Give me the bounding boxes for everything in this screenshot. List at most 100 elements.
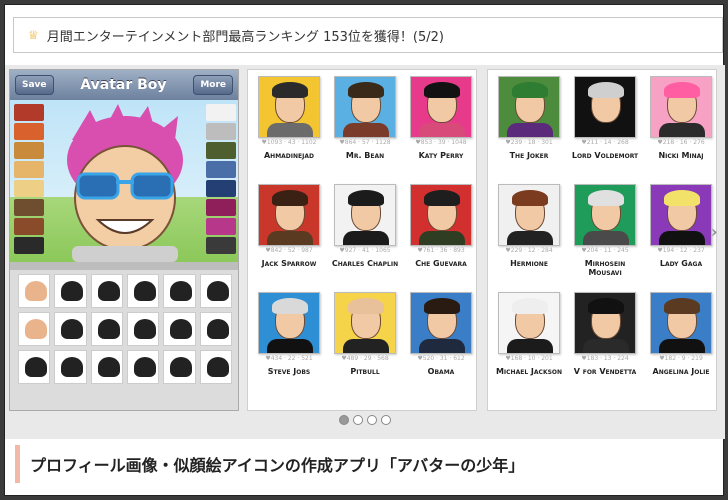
- hairstyle-option[interactable]: [54, 312, 87, 346]
- celebrity-card[interactable]: ♥842 · 52 · 987 Jack Sparrow: [254, 184, 324, 268]
- hairstyle-option[interactable]: [90, 274, 123, 308]
- app-caption: プロフィール画像・似顔絵アイコンの作成アプリ「アバターの少年」: [15, 445, 715, 483]
- avatar: [258, 184, 320, 246]
- celebrity-name: Michael Jackson: [495, 367, 563, 376]
- hairstyle-option[interactable]: [199, 312, 232, 346]
- celebrity-card[interactable]: ♥168 · 10 · 201 Michael Jackson: [494, 292, 564, 376]
- color-swatch[interactable]: [206, 218, 236, 235]
- color-swatch[interactable]: [206, 161, 236, 178]
- avatar: [334, 292, 396, 354]
- hairstyle-option[interactable]: [199, 274, 232, 308]
- like-stats: ♥194 · 12 · 237: [657, 247, 705, 254]
- color-swatch[interactable]: [14, 180, 44, 197]
- celebrity-card[interactable]: ♥218 · 16 · 276 Nicki Minaj: [646, 76, 716, 160]
- like-stats: ♥761 · 36 · 893: [417, 247, 465, 254]
- like-stats: ♥218 · 16 · 276: [657, 139, 705, 146]
- screenshot-gallery: Save Avatar Boy More ♥1093 · 43 · 1102 A…: [5, 65, 725, 439]
- pager-dot[interactable]: [353, 415, 363, 425]
- celebrity-card[interactable]: ♥182 · 9 · 219 Angelina Jolie: [646, 292, 716, 376]
- hairstyle-option[interactable]: [126, 350, 160, 384]
- avatar: [258, 76, 320, 138]
- color-swatch[interactable]: [206, 237, 236, 254]
- avatar: [258, 292, 320, 354]
- celebrity-card[interactable]: ♥489 · 29 · 568 Pitbull: [330, 292, 400, 376]
- color-swatch[interactable]: [14, 237, 44, 254]
- like-stats: ♥229 · 12 · 284: [505, 247, 553, 254]
- color-swatch[interactable]: [206, 199, 236, 216]
- celebrity-card[interactable]: ♥853 · 39 · 1048 Katy Perry: [406, 76, 476, 160]
- avatar: [650, 76, 712, 138]
- hairstyle-option[interactable]: [126, 312, 160, 346]
- pager-dot[interactable]: [381, 415, 391, 425]
- color-swatch[interactable]: [14, 123, 44, 140]
- hairstyle-option[interactable]: [18, 274, 51, 308]
- like-stats: ♥204 · 11 · 245: [581, 247, 629, 254]
- celebrity-name: Che Guevara: [415, 259, 467, 268]
- hairstyle-option[interactable]: [90, 350, 123, 384]
- celebrity-card[interactable]: ♥761 · 36 · 893 Che Guevara: [406, 184, 476, 268]
- phone-screenshot: Save Avatar Boy More: [9, 69, 239, 411]
- celebrity-card[interactable]: ♥864 · 57 · 1128 Mr. Bean: [330, 76, 400, 160]
- like-stats: ♥842 · 52 · 987: [265, 247, 313, 254]
- color-swatch[interactable]: [206, 123, 236, 140]
- color-swatch[interactable]: [14, 142, 44, 159]
- like-stats: ♥853 · 39 · 1048: [415, 139, 467, 146]
- celebrity-name: Hermione: [510, 259, 548, 268]
- like-stats: ♥183 · 13 · 224: [581, 355, 629, 362]
- hairstyle-option[interactable]: [18, 312, 51, 346]
- avatar: [334, 76, 396, 138]
- like-stats: ♥927 · 41 · 1065: [339, 247, 391, 254]
- celebrity-name: Steve Jobs: [267, 367, 311, 376]
- avatar-illustration: [67, 104, 183, 262]
- avatar: [574, 76, 636, 138]
- celebrity-panel-1: ♥1093 · 43 · 1102 Ahmadinejad ♥864 · 57 · …: [247, 69, 477, 411]
- color-swatch[interactable]: [14, 161, 44, 178]
- celebrity-card[interactable]: ♥183 · 13 · 224 V for Vendetta: [570, 292, 640, 376]
- celebrity-card[interactable]: ♥1093 · 43 · 1102 Ahmadinejad: [254, 76, 324, 160]
- more-button[interactable]: More: [193, 75, 233, 95]
- celebrity-card[interactable]: ♥434 · 22 · 521 Steve Jobs: [254, 292, 324, 376]
- hairstyle-option[interactable]: [199, 350, 232, 384]
- celebrity-card[interactable]: ♥520 · 31 · 612 Obama: [406, 292, 476, 376]
- save-button[interactable]: Save: [15, 75, 54, 95]
- celebrity-name: The Joker: [509, 151, 549, 160]
- avatar: [410, 76, 472, 138]
- color-swatch[interactable]: [206, 104, 236, 121]
- avatar: [334, 184, 396, 246]
- celebrity-card[interactable]: ♥194 · 12 · 237 Lady Gaga: [646, 184, 716, 268]
- color-swatch[interactable]: [206, 180, 236, 197]
- celebrity-card[interactable]: ♥229 · 12 · 284 Hermione: [494, 184, 564, 268]
- hairstyle-option[interactable]: [163, 274, 196, 308]
- hairstyle-option[interactable]: [54, 350, 87, 384]
- color-swatch[interactable]: [14, 104, 44, 121]
- celebrity-panel-2: › ♥239 · 18 · 301 The Joker ♥211 · 14 · 26…: [487, 69, 718, 411]
- like-stats: ♥239 · 18 · 301: [505, 139, 553, 146]
- celebrity-name: Angelina Jolie: [652, 367, 710, 376]
- pager-dot[interactable]: [367, 415, 377, 425]
- hairstyle-option[interactable]: [18, 350, 51, 384]
- color-swatch[interactable]: [206, 142, 236, 159]
- hairstyle-option[interactable]: [90, 312, 123, 346]
- celebrity-name: Ahmadinejad: [263, 151, 315, 160]
- celebrity-card[interactable]: ♥239 · 18 · 301 The Joker: [494, 76, 564, 160]
- crown-icon: ♕: [28, 28, 39, 42]
- celebrity-name: Pitbull: [350, 367, 380, 376]
- pager-dot[interactable]: [339, 415, 349, 425]
- avatar-canvas: [10, 100, 238, 262]
- color-swatch[interactable]: [14, 218, 44, 235]
- hairstyle-option[interactable]: [126, 274, 160, 308]
- hairstyle-option[interactable]: [54, 274, 87, 308]
- celebrity-card[interactable]: ♥927 · 41 · 1065 Charles Chaplin: [330, 184, 400, 268]
- like-stats: ♥211 · 14 · 268: [581, 139, 629, 146]
- hairstyle-option[interactable]: [163, 312, 196, 346]
- avatar: [498, 76, 560, 138]
- celebrity-name: Nicki Minaj: [658, 151, 704, 160]
- avatar: [410, 184, 472, 246]
- celebrity-card[interactable]: ♥204 · 11 · 245 Mirhosein Mousavi: [570, 184, 640, 277]
- avatar: [574, 184, 636, 246]
- hairstyle-option[interactable]: [163, 350, 196, 384]
- color-swatch[interactable]: [14, 199, 44, 216]
- celebrity-name: Mr. Bean: [345, 151, 385, 160]
- like-stats: ♥434 · 22 · 521: [265, 355, 313, 362]
- celebrity-card[interactable]: ♥211 · 14 · 268 Lord Voldemort: [570, 76, 640, 160]
